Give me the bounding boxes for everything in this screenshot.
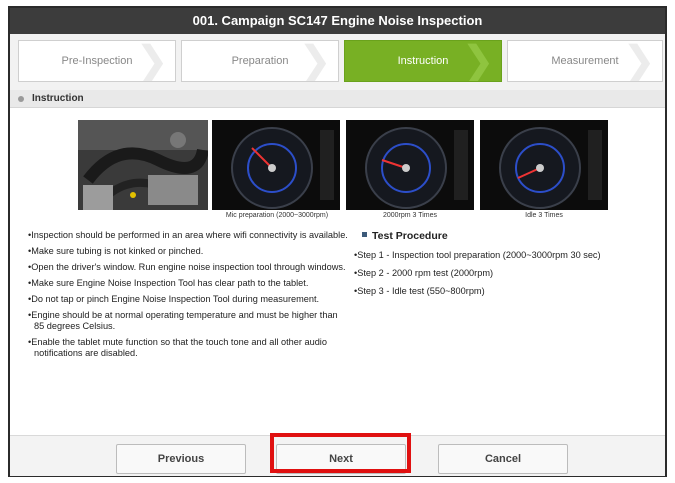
chevron-right-icon: ❯ — [622, 40, 656, 82]
step-instruction[interactable]: ❯ Instruction — [344, 40, 502, 82]
engine-bay-photo — [78, 120, 208, 210]
procedure-step: •Step 3 - Idle test (550~800rpm) — [354, 286, 485, 296]
image-caption: Mic preparation (2000~3000rpm) — [225, 212, 329, 219]
chevron-right-icon: ❯ — [135, 40, 169, 82]
previous-button[interactable]: Previous — [116, 444, 246, 474]
step-label: Preparation — [231, 55, 289, 67]
procedure-step: •Step 1 - Inspection tool preparation (2… — [354, 250, 601, 260]
window-title: 001. Campaign SC147 Engine Noise Inspect… — [10, 8, 665, 34]
step-measurement[interactable]: ❯ Measurement — [507, 40, 663, 82]
step-pre-inspection[interactable]: ❯ Pre-Inspection — [18, 40, 176, 82]
instruction-item: •Enable the tablet mute function so that… — [28, 337, 327, 358]
procedure-step: •Step 2 - 2000 rpm test (2000rpm) — [354, 268, 494, 278]
instruction-item: •Engine should be at normal operating te… — [28, 310, 338, 331]
test-procedure: Test Procedure •Step 1 - Inspection tool… — [354, 230, 664, 304]
bullet-dot-icon — [18, 96, 24, 102]
instruction-item: •Make sure Engine Noise Inspection Tool … — [28, 278, 309, 288]
tachometer-photo-1 — [212, 120, 340, 210]
chevron-right-icon: ❯ — [461, 40, 495, 82]
step-label: Pre-Inspection — [61, 55, 133, 67]
step-label: Instruction — [397, 55, 449, 67]
step-progress-bar: ❯ Pre-Inspection ❯ Preparation ❯ Instruc… — [10, 34, 665, 91]
tachometer-photo-2 — [346, 120, 474, 210]
instruction-list: •Inspection should be performed in an ar… — [28, 230, 348, 364]
chevron-right-icon: ❯ — [298, 40, 332, 82]
cancel-button[interactable]: Cancel — [438, 444, 568, 474]
step-preparation[interactable]: ❯ Preparation — [181, 40, 339, 82]
image-caption: Idle 3 Times — [525, 212, 563, 219]
square-bullet-icon — [362, 232, 367, 237]
section-header: Instruction — [10, 90, 665, 108]
next-button-highlight — [270, 433, 411, 473]
dialog-window: 001. Campaign SC147 Engine Noise Inspect… — [8, 6, 667, 477]
instruction-item: •Do not tap or pinch Engine Noise Inspec… — [28, 294, 320, 304]
section-title: Instruction — [32, 93, 84, 104]
test-procedure-heading: Test Procedure — [362, 230, 664, 242]
instruction-item: •Inspection should be performed in an ar… — [28, 230, 348, 240]
tachometer-photo-3 — [480, 120, 608, 210]
instruction-item: •Open the driver's window. Run engine no… — [28, 262, 346, 272]
image-caption: 2000rpm 3 Times — [382, 212, 438, 219]
step-label: Measurement — [551, 55, 619, 67]
instruction-item: •Make sure tubing is not kinked or pinch… — [28, 246, 204, 256]
